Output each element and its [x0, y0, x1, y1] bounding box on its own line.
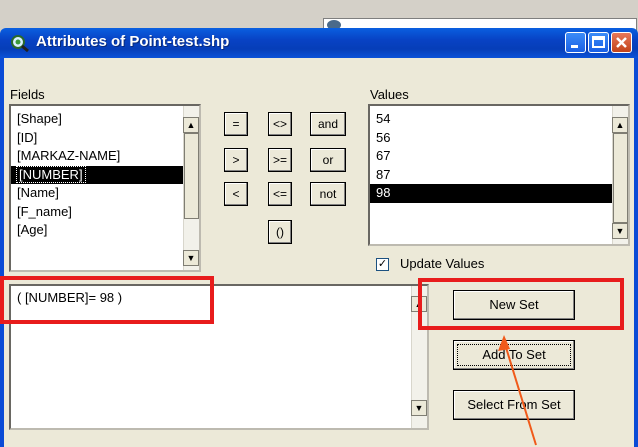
field-item-f-name[interactable]: [F_name]: [11, 203, 199, 222]
fields-list[interactable]: [Shape] [ID] [MARKAZ-NAME] [NUMBER] [Nam…: [9, 104, 201, 272]
op-greater-button[interactable]: >: [224, 148, 248, 172]
values-scroll-up-icon[interactable]: ▲: [612, 117, 628, 133]
value-item-98[interactable]: 98: [370, 184, 628, 203]
op-not-equal-button[interactable]: <>: [268, 112, 292, 136]
value-item-54[interactable]: 54: [370, 110, 628, 129]
query-scroll-down-icon[interactable]: ▼: [411, 400, 427, 416]
op-or-button[interactable]: or: [310, 148, 346, 172]
update-values-checkbox[interactable]: ✓: [376, 258, 389, 271]
window-border-left: [0, 58, 4, 447]
field-item-age[interactable]: [Age]: [11, 221, 199, 240]
field-item-number[interactable]: [NUMBER]: [11, 165, 199, 184]
values-scroll-thumb[interactable]: [613, 133, 628, 223]
op-equals-button[interactable]: =: [224, 112, 248, 136]
window-border-right: [634, 58, 638, 447]
fields-scroll-up-icon[interactable]: ▲: [183, 117, 199, 133]
window-title: Attributes of Point-test.shp: [36, 33, 230, 50]
op-greater-equal-button[interactable]: >=: [268, 148, 292, 172]
fields-label: Fields: [10, 87, 45, 102]
values-label: Values: [370, 87, 409, 102]
values-list[interactable]: 54 56 67 87 98: [368, 104, 630, 246]
value-item-87[interactable]: 87: [370, 166, 628, 185]
fields-scroll-down-icon[interactable]: ▼: [183, 250, 199, 266]
op-less-equal-button[interactable]: <=: [268, 182, 292, 206]
highlight-box-query: [0, 276, 214, 324]
value-item-67[interactable]: 67: [370, 147, 628, 166]
arrow-annotation-icon: [498, 335, 537, 446]
update-values-label: Update Values: [400, 256, 485, 271]
highlight-box-new-set: [418, 278, 624, 330]
field-item-number-label: [NUMBER]: [16, 165, 86, 183]
op-and-button[interactable]: and: [310, 112, 346, 136]
close-button[interactable]: [611, 32, 632, 53]
op-not-button[interactable]: not: [310, 182, 346, 206]
minimize-button[interactable]: [565, 32, 586, 53]
field-item-shape[interactable]: [Shape]: [11, 110, 199, 129]
values-scroll-down-icon[interactable]: ▼: [612, 223, 628, 239]
maximize-button[interactable]: [588, 32, 609, 53]
query-icon: [10, 34, 30, 53]
field-item-markaz-name[interactable]: [MARKAZ-NAME]: [11, 147, 199, 166]
value-item-56[interactable]: 56: [370, 129, 628, 148]
op-parentheses-button[interactable]: (): [268, 220, 292, 244]
field-item-name[interactable]: [Name]: [11, 184, 199, 203]
field-item-id[interactable]: [ID]: [11, 129, 199, 148]
op-less-button[interactable]: <: [224, 182, 248, 206]
fields-scroll-thumb[interactable]: [184, 133, 199, 219]
